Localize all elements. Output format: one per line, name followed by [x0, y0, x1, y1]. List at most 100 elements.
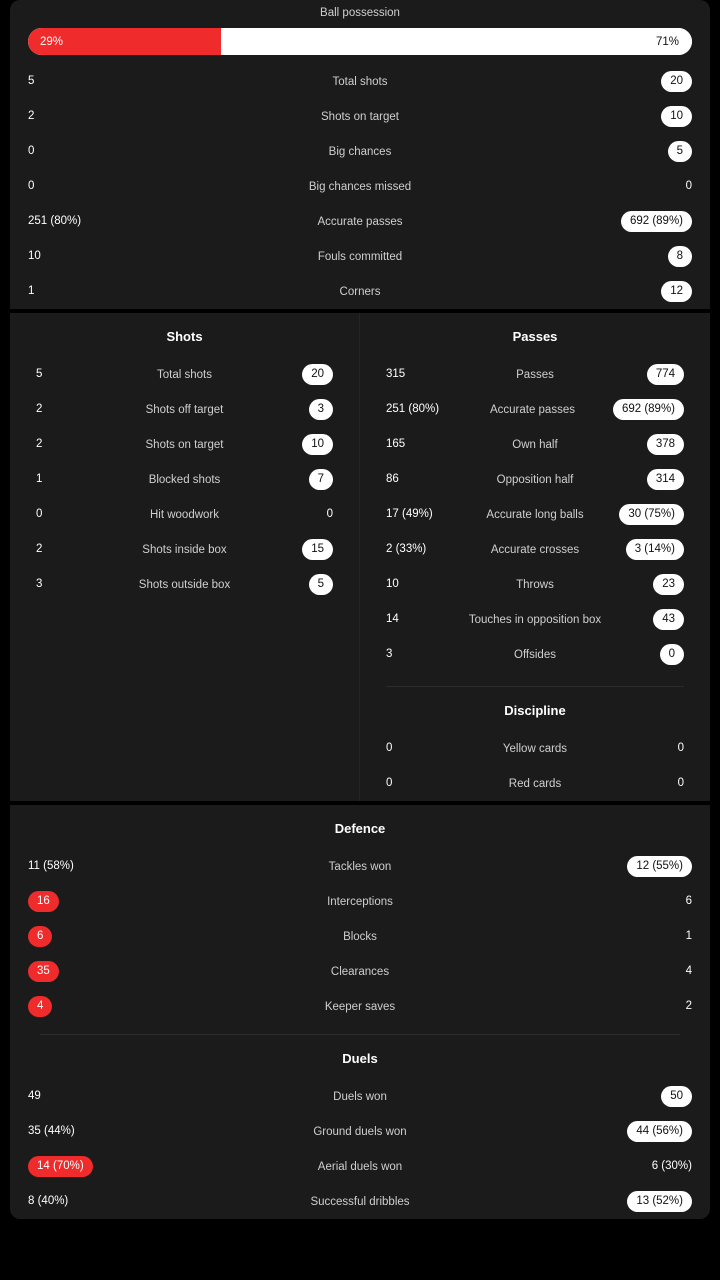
stat-home-value: 14 (70%) [28, 1156, 93, 1177]
stat-away-side: 10 [267, 434, 333, 455]
stat-row: 4 Keeper saves 2 [10, 989, 710, 1024]
stat-label: Accurate crosses [490, 543, 580, 556]
stat-home-value: 0 [386, 776, 393, 789]
stat-home-side: 2 [36, 402, 102, 416]
stat-home-value: 16 [28, 891, 59, 912]
overview-card: Ball possession 29% 71% 5 Total shots 20 2 S… [10, 0, 710, 309]
stat-home-side: 5 [36, 368, 102, 381]
stat-label: Yellow cards [502, 742, 568, 755]
stat-label: Successful dribbles [310, 1195, 410, 1208]
stat-away-value: 0 [677, 776, 684, 789]
stat-away-side: 314 [618, 469, 684, 490]
stat-label: Total shots [332, 75, 388, 88]
stat-row: 10 Fouls committed 8 [10, 239, 710, 274]
stat-home-side: 251 (80%) [386, 402, 452, 416]
stat-home-value: 49 [28, 1089, 41, 1102]
stat-home-value: 3 [386, 647, 393, 660]
stat-home-value: 3 [36, 577, 43, 590]
stat-label: Shots on target [321, 110, 399, 123]
stat-home-side: 0 [28, 144, 124, 158]
stat-away-value: 20 [302, 364, 333, 385]
stat-row: 1 Corners 12 [10, 274, 710, 309]
stat-away-value: 8 [667, 246, 692, 267]
stat-away-value: 7 [308, 469, 333, 490]
stat-label: Accurate passes [489, 403, 575, 416]
stat-home-side: 4 [28, 996, 124, 1017]
stat-away-side: 0 [267, 508, 333, 521]
stat-row: 2 Shots off target 3 [10, 392, 359, 427]
stat-home-side: 2 (33%) [386, 542, 452, 556]
stat-away-side: 20 [596, 71, 692, 92]
stat-home-value: 2 [36, 402, 43, 415]
stat-home-side: 8 (40%) [28, 1194, 124, 1208]
stat-row: 315 Passes 774 [360, 357, 710, 392]
stat-home-side: 2 [36, 438, 102, 451]
stat-home-value: 251 (80%) [386, 402, 440, 415]
stat-away-value: 774 [646, 364, 684, 385]
shots-passes-card: Shots 5 Total shots 20 2 Shots off target 3 2 S… [10, 313, 710, 801]
stat-home-value: 0 [36, 507, 43, 520]
stat-label: Hit woodwork [149, 508, 220, 521]
stat-home-side: 3 [386, 647, 452, 661]
stat-away-side: 5 [596, 141, 692, 162]
stat-away-side: 6 [596, 894, 692, 908]
stat-away-side: 10 [596, 106, 692, 127]
stat-away-side: 50 [596, 1086, 692, 1107]
stat-label: Duels won [333, 1090, 387, 1103]
stat-away-value: 6 [685, 894, 692, 907]
defence-duels-card: Defence 11 (58%) Tackles won 12 (55%) 16 Int… [10, 805, 710, 1219]
stat-row: 0 Big chances missed 0 [10, 169, 710, 204]
stat-home-value: 6 [28, 926, 53, 947]
stat-home-side: 0 [36, 507, 102, 521]
stat-label: Ground duels won [313, 1125, 407, 1138]
stat-home-value: 14 [386, 612, 399, 625]
stat-home-side: 0 [28, 180, 124, 193]
stat-home-side: 0 [386, 742, 452, 755]
stat-away-value: 12 (55%) [627, 856, 692, 877]
stat-away-value: 0 [659, 644, 684, 665]
stat-row: 14 (70%) Aerial duels won 6 (30%) [10, 1149, 710, 1184]
duels-stat-list: 49 Duels won 50 35 (44%) Ground duels won 44 … [10, 1079, 710, 1219]
stat-label: Interceptions [327, 895, 393, 908]
stat-away-value: 4 [685, 964, 692, 977]
stat-home-value: 8 (40%) [28, 1194, 69, 1207]
stat-label: Accurate long balls [486, 508, 584, 521]
stat-away-value: 5 [667, 141, 692, 162]
stat-away-side: 0 [618, 644, 684, 665]
stat-away-side: 3 [267, 399, 333, 420]
stat-row: 17 (49%) Accurate long balls 30 (75%) [360, 497, 710, 532]
stat-away-value: 2 [685, 999, 692, 1012]
stat-home-value: 4 [28, 996, 53, 1017]
ball-possession-title: Ball possession [320, 7, 400, 19]
stat-away-side: 8 [596, 246, 692, 267]
duels-section-title: Duels [342, 1051, 378, 1066]
stat-away-value: 314 [646, 469, 684, 490]
stat-row: 0 Big chances 5 [10, 134, 710, 169]
stat-away-value: 0 [685, 179, 692, 192]
stat-away-value: 0 [677, 741, 684, 754]
stat-away-side: 23 [618, 574, 684, 595]
stat-away-side: 6 (30%) [596, 1160, 692, 1173]
stat-home-value: 1 [36, 472, 43, 485]
stat-away-side: 774 [618, 364, 684, 385]
stat-away-side: 43 [618, 609, 684, 630]
stat-away-value: 3 [308, 399, 333, 420]
discipline-section-title: Discipline [504, 703, 566, 718]
stat-away-value: 378 [646, 434, 684, 455]
stat-row: 16 Interceptions 6 [10, 884, 710, 919]
stat-home-side: 1 [28, 285, 124, 298]
stat-home-value: 86 [386, 472, 399, 485]
stat-row: 0 Red cards 0 [360, 766, 710, 801]
stat-row: 1 Blocked shots 7 [10, 462, 359, 497]
stat-home-side: 49 [28, 1089, 124, 1103]
stat-label: Keeper saves [324, 1000, 396, 1013]
stat-row: 6 Blocks 1 [10, 919, 710, 954]
stat-home-value: 0 [28, 144, 35, 157]
possession-away-value: 71% [655, 35, 679, 48]
stat-row: 3 Offsides 0 [360, 637, 710, 672]
stat-label: Blocked shots [148, 473, 221, 486]
discipline-stat-list: 0 Yellow cards 0 0 Red cards 0 [360, 731, 710, 801]
stat-home-side: 14 (70%) [28, 1156, 124, 1177]
stat-home-value: 2 (33%) [386, 542, 427, 555]
stat-label: Big chances missed [308, 180, 412, 193]
